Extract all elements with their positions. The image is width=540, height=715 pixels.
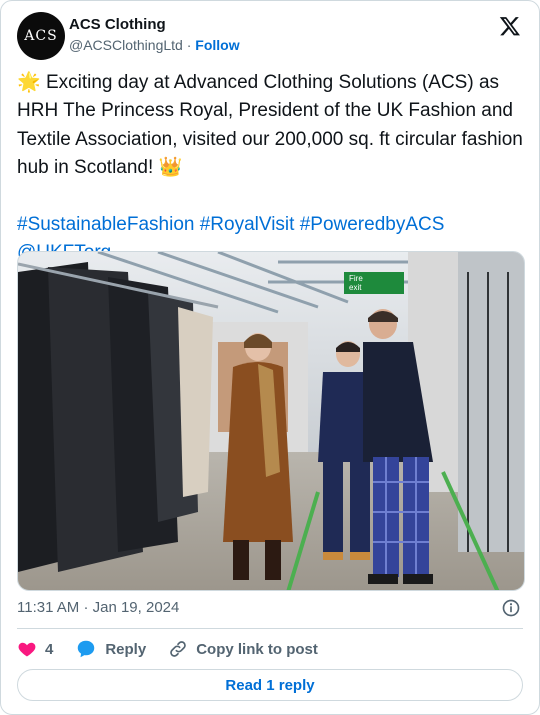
time: 11:31 AM bbox=[17, 599, 80, 616]
date: Jan 19, 2024 bbox=[92, 599, 180, 616]
fire-exit-text-2: exit bbox=[349, 283, 362, 292]
avatar[interactable]: ACS bbox=[17, 12, 65, 60]
link-icon bbox=[170, 641, 186, 657]
timestamp[interactable]: 11:31 AM · Jan 19, 2024 bbox=[17, 599, 179, 616]
handle[interactable]: @ACSClothingLtd bbox=[69, 37, 183, 53]
tweet-header: ACS ACS Clothing @ACSClothingLtd · Follo… bbox=[17, 12, 523, 62]
handle-separator: · bbox=[186, 37, 192, 53]
reply-label: Reply bbox=[105, 640, 147, 658]
tweet-photo[interactable]: Fire exit bbox=[17, 251, 525, 591]
divider bbox=[17, 628, 523, 629]
read-reply-button[interactable]: Read 1 reply bbox=[17, 669, 523, 701]
reply-bubble-icon bbox=[78, 640, 95, 658]
hashtags[interactable]: #SustainableFashion #RoyalVisit #Powered… bbox=[17, 211, 525, 239]
tweet-body: Exciting day at Advanced Clothing Soluti… bbox=[17, 72, 523, 179]
tweet-card: ACS ACS Clothing @ACSClothingLtd · Follo… bbox=[0, 0, 540, 715]
handle-line: @ACSClothingLtd · Follow bbox=[69, 35, 240, 55]
follow-button[interactable]: Follow bbox=[195, 37, 239, 53]
heart-icon bbox=[18, 642, 36, 657]
author-info: ACS Clothing @ACSClothingLtd · Follow bbox=[69, 16, 240, 55]
action-bar: 4 Reply Copy link to post bbox=[17, 637, 340, 661]
display-name[interactable]: ACS Clothing bbox=[69, 16, 240, 34]
info-icon[interactable] bbox=[501, 598, 521, 618]
glowing-star-emoji: 🌟 bbox=[17, 72, 41, 93]
copy-link-label: Copy link to post bbox=[196, 640, 318, 658]
like-count: 4 bbox=[45, 640, 54, 658]
x-logo-icon[interactable] bbox=[499, 15, 521, 37]
tweet-text: 🌟 Exciting day at Advanced Clothing Solu… bbox=[17, 69, 525, 267]
crown-emoji: 👑 bbox=[158, 157, 183, 179]
tweet-body-paragraph: 🌟 Exciting day at Advanced Clothing Solu… bbox=[17, 69, 525, 183]
time-separator: · bbox=[83, 599, 89, 616]
like-button[interactable]: 4 bbox=[17, 639, 53, 659]
fire-exit-text-1: Fire bbox=[349, 274, 363, 283]
copy-link-button[interactable]: Copy link to post bbox=[168, 639, 318, 659]
reply-button[interactable]: Reply bbox=[75, 638, 146, 660]
avatar-logo-text: ACS bbox=[24, 28, 58, 44]
warehouse-photo: Fire exit bbox=[18, 252, 524, 590]
